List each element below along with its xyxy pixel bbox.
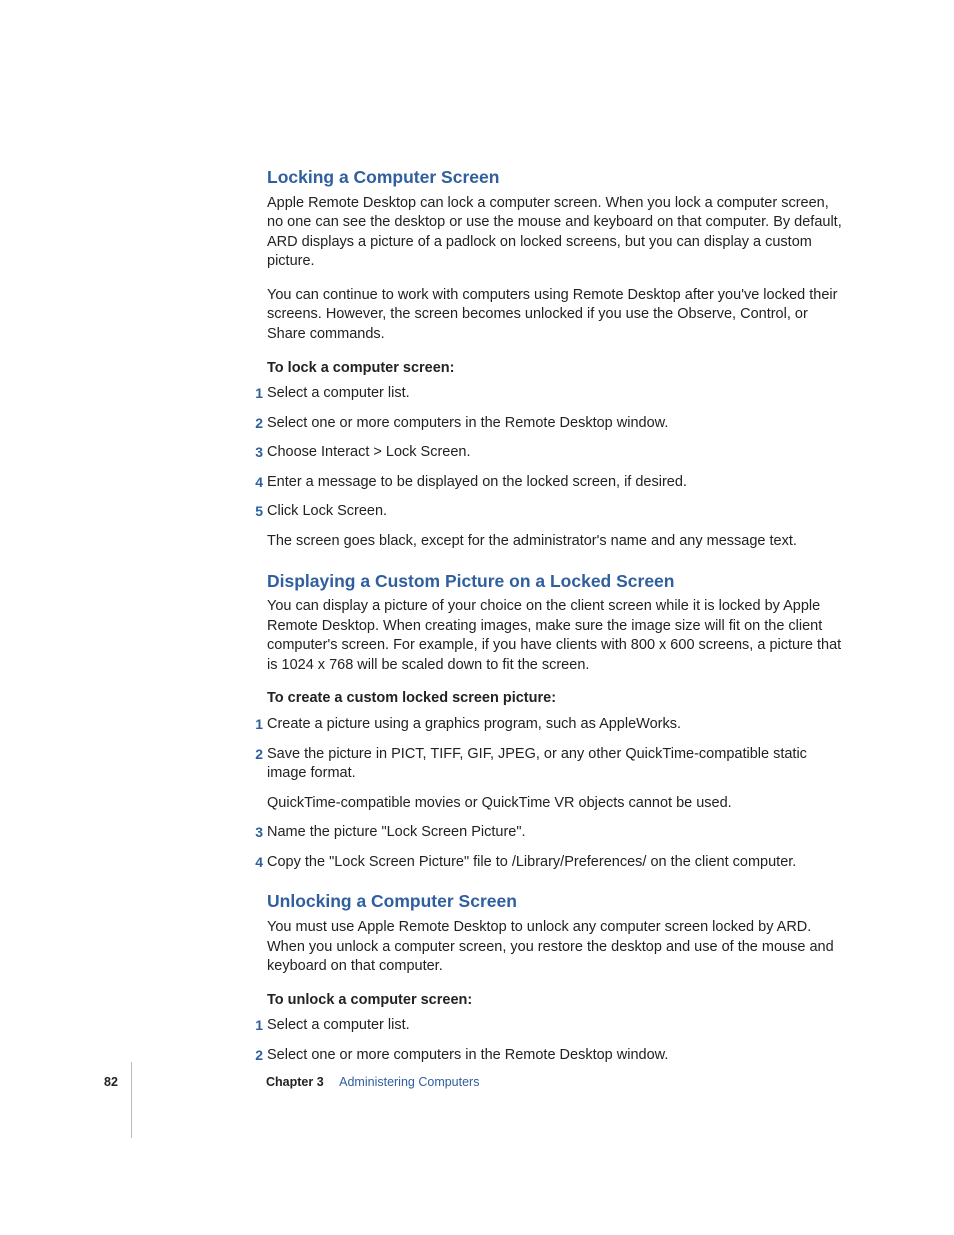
page-footer: 82 Chapter 3 Administering Computers	[104, 1074, 479, 1091]
procedure-step: 5Click Lock Screen.The screen goes black…	[267, 502, 842, 551]
chapter-title: Administering Computers	[339, 1075, 479, 1089]
procedure-lead: To unlock a computer screen:	[267, 991, 842, 1011]
procedure-step: 2Select one or more computers in the Rem…	[267, 1046, 842, 1066]
step-result: The screen goes black, except for the ad…	[267, 532, 842, 552]
procedure-steps: 1Select a computer list. 2Select one or m…	[267, 1016, 842, 1065]
procedure-step: 1Create a picture using a graphics progr…	[267, 715, 842, 735]
procedure-step: 1Select a computer list.	[267, 384, 842, 404]
procedure-step: 4Enter a message to be displayed on the …	[267, 473, 842, 493]
step-number: 5	[247, 502, 263, 521]
step-number: 3	[247, 823, 263, 842]
step-text: Select a computer list.	[267, 384, 842, 404]
step-number: 2	[247, 414, 263, 433]
section-heading: Displaying a Custom Picture on a Locked …	[267, 570, 842, 594]
step-number: 1	[247, 384, 263, 403]
step-text: Choose Interact > Lock Screen.	[267, 443, 842, 463]
step-text: Create a picture using a graphics progra…	[267, 715, 842, 735]
step-result: QuickTime-compatible movies or QuickTime…	[267, 794, 842, 814]
procedure-lead: To create a custom locked screen picture…	[267, 689, 842, 709]
section-heading: Locking a Computer Screen	[267, 166, 842, 190]
step-text: Name the picture "Lock Screen Picture".	[267, 823, 842, 843]
step-number: 1	[247, 1016, 263, 1035]
procedure-step: 3Choose Interact > Lock Screen.	[267, 443, 842, 463]
procedure-step: 1Select a computer list.	[267, 1016, 842, 1036]
body-paragraph: You can display a picture of your choice…	[267, 597, 842, 675]
section-heading: Unlocking a Computer Screen	[267, 890, 842, 914]
step-number: 3	[247, 443, 263, 462]
body-paragraph: Apple Remote Desktop can lock a computer…	[267, 194, 842, 272]
step-number: 4	[247, 853, 263, 872]
step-text: Enter a message to be displayed on the l…	[267, 473, 842, 493]
procedure-step: 2Select one or more computers in the Rem…	[267, 414, 842, 434]
step-text: Click Lock Screen.	[267, 502, 842, 522]
body-paragraph: You can continue to work with computers …	[267, 286, 842, 345]
procedure-lead: To lock a computer screen:	[267, 359, 842, 379]
procedure-steps: 1Create a picture using a graphics progr…	[267, 715, 842, 872]
content-column: Locking a Computer Screen Apple Remote De…	[267, 166, 842, 1065]
procedure-steps: 1Select a computer list. 2Select one or m…	[267, 384, 842, 551]
page-body: Locking a Computer Screen Apple Remote De…	[0, 0, 954, 1065]
step-text: Select one or more computers in the Remo…	[267, 414, 842, 434]
step-text: Save the picture in PICT, TIFF, GIF, JPE…	[267, 745, 842, 784]
step-number: 2	[247, 1046, 263, 1065]
procedure-step: 4Copy the "Lock Screen Picture" file to …	[267, 853, 842, 873]
step-text: Select a computer list.	[267, 1016, 842, 1036]
step-number: 4	[247, 473, 263, 492]
step-text: Copy the "Lock Screen Picture" file to /…	[267, 853, 842, 873]
step-text: Select one or more computers in the Remo…	[267, 1046, 842, 1066]
step-number: 2	[247, 745, 263, 764]
page-number: 82	[104, 1074, 132, 1091]
step-number: 1	[247, 715, 263, 734]
procedure-step: 2Save the picture in PICT, TIFF, GIF, JP…	[267, 745, 842, 814]
procedure-step: 3Name the picture "Lock Screen Picture".	[267, 823, 842, 843]
chapter-label: Chapter 3	[266, 1075, 324, 1089]
body-paragraph: You must use Apple Remote Desktop to unl…	[267, 918, 842, 977]
